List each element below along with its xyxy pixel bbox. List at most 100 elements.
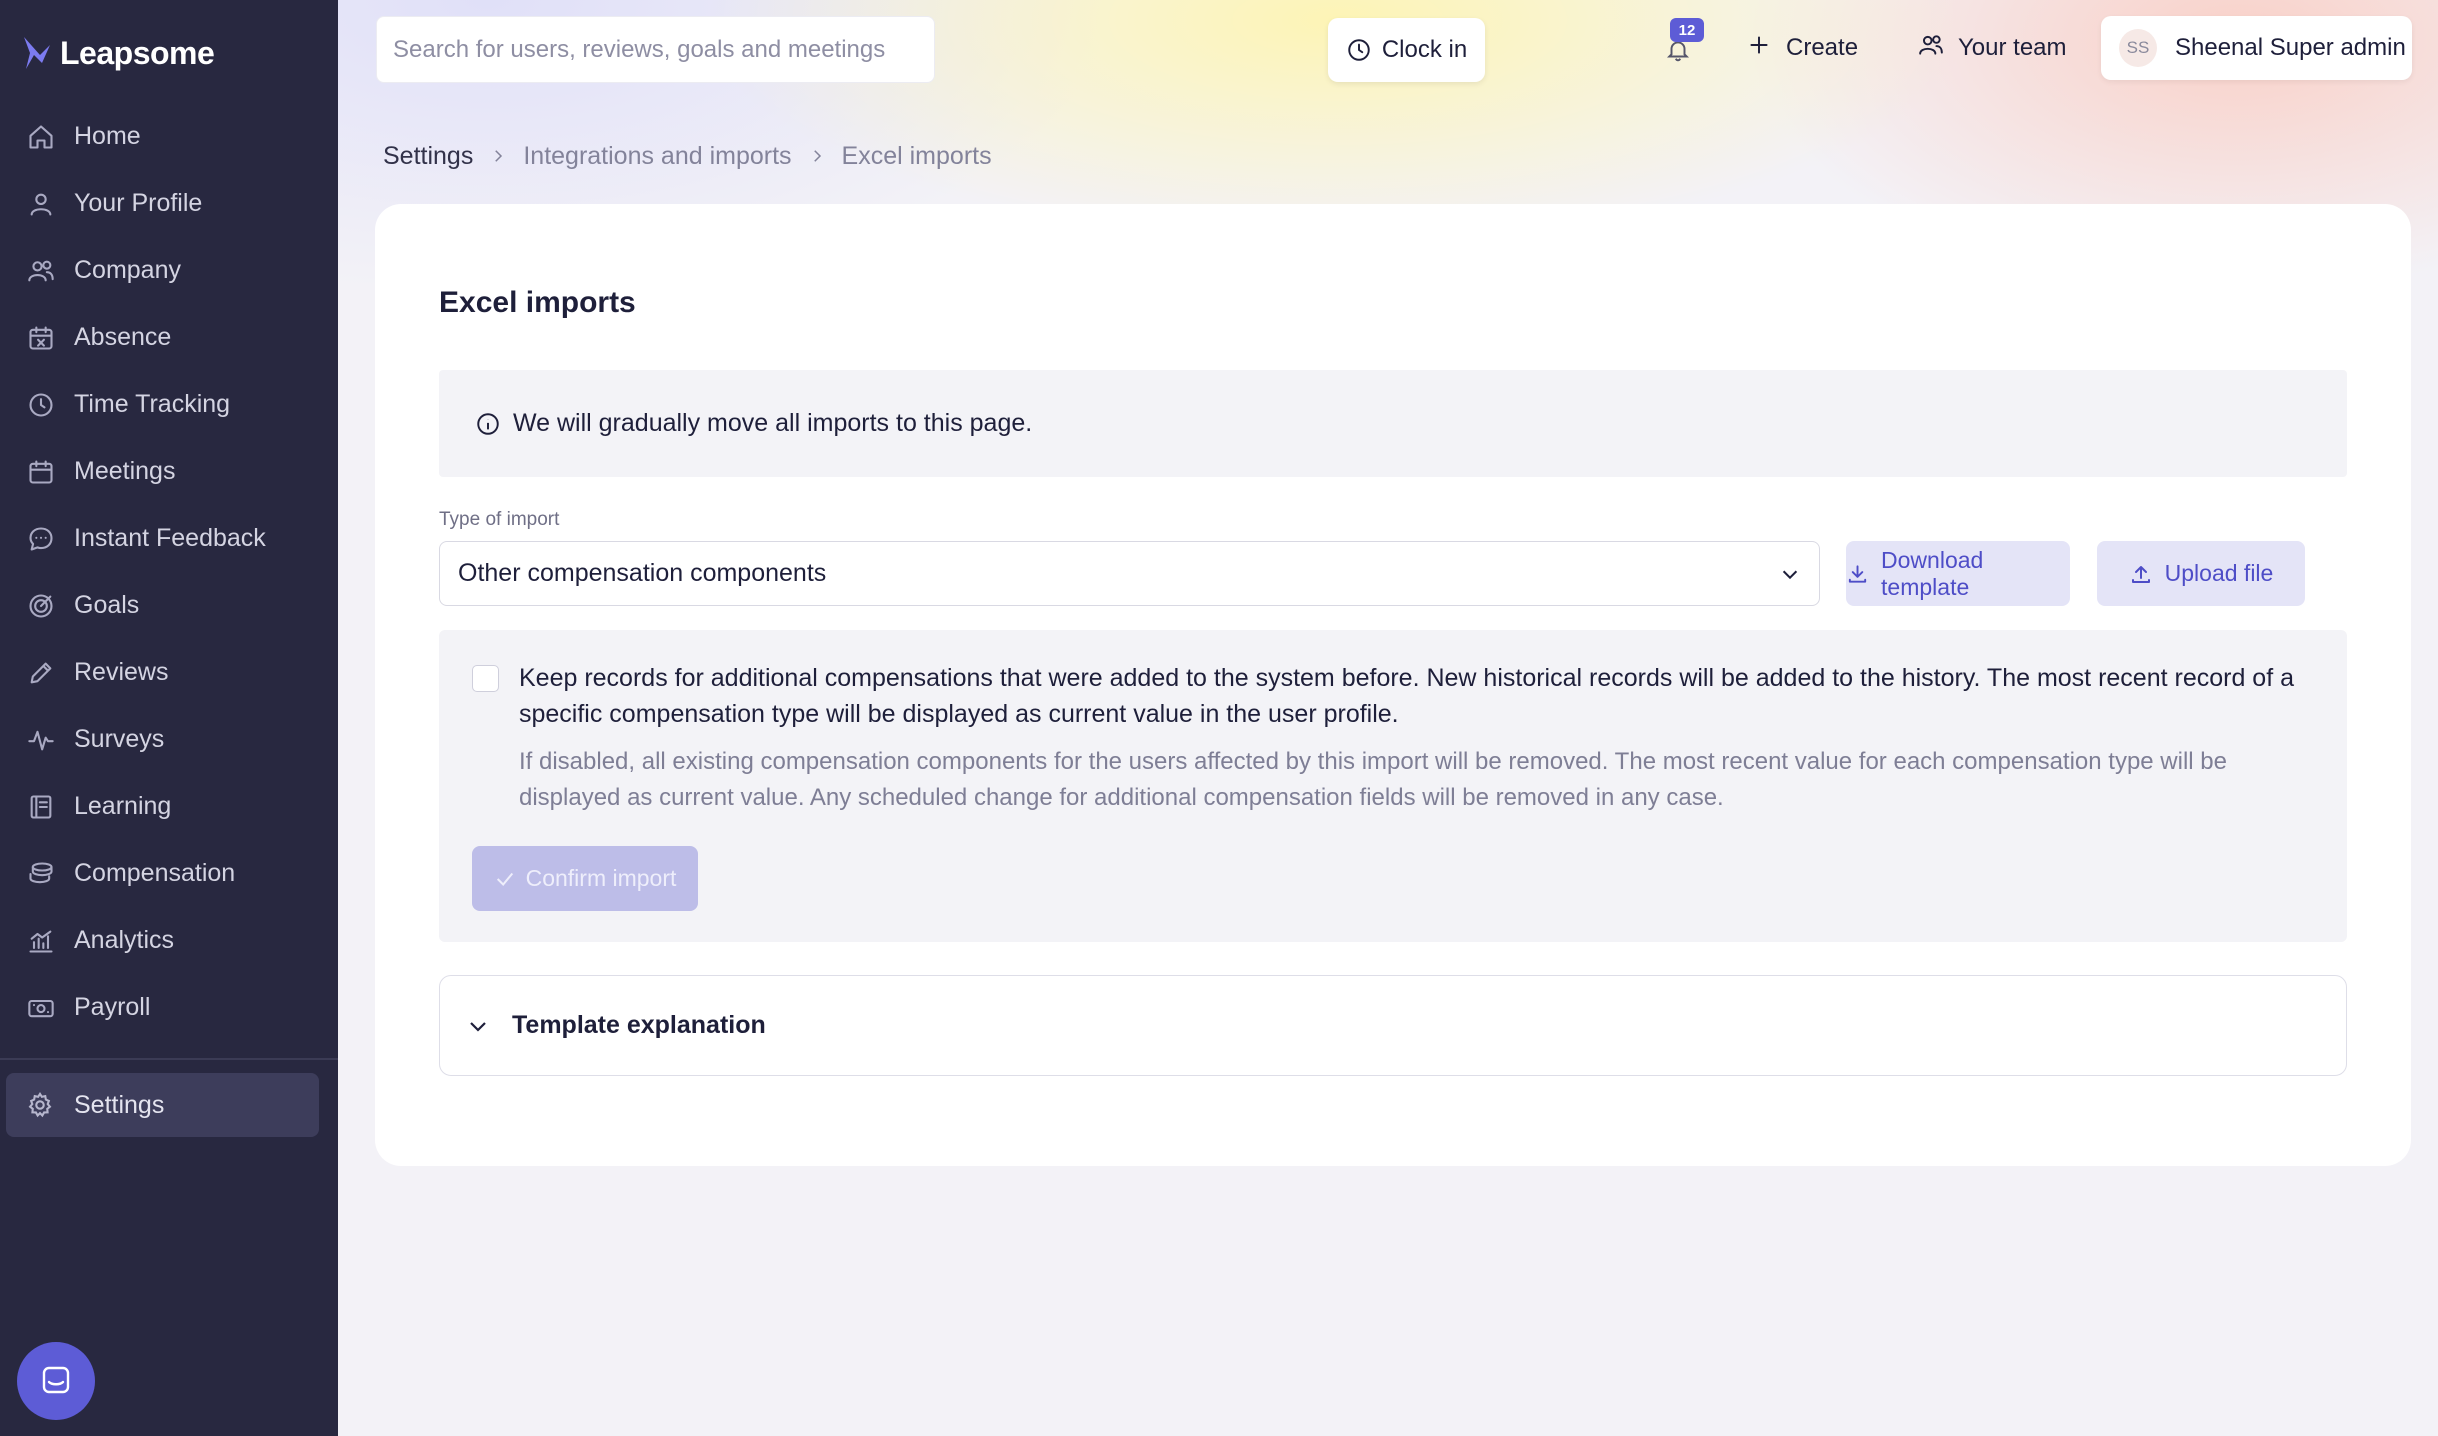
upload-file-label: Upload file xyxy=(2164,560,2274,586)
sidebar-item-time-tracking[interactable]: Time Tracking xyxy=(0,371,338,438)
sidebar-item-label: Compensation xyxy=(74,859,236,887)
sidebar-item-label: Reviews xyxy=(74,658,169,686)
info-banner: We will gradually move all imports to th… xyxy=(439,370,2347,477)
chat-widget-icon xyxy=(42,1366,70,1394)
sidebar-item-label: Company xyxy=(74,256,181,284)
clock-in-button[interactable]: Clock in xyxy=(1328,18,1485,82)
sidebar-item-goals[interactable]: Goals xyxy=(0,572,338,639)
download-icon xyxy=(1848,564,1867,583)
template-explanation-accordion[interactable]: Template explanation xyxy=(439,975,2347,1076)
sidebar-nav: Home Your Profile Company Absence Time T… xyxy=(0,103,338,1041)
global-search[interactable] xyxy=(376,16,935,83)
sidebar-item-label: Learning xyxy=(74,792,172,820)
info-icon xyxy=(477,412,499,435)
users-icon xyxy=(26,256,56,286)
create-label: Create xyxy=(1786,34,1859,61)
team-icon xyxy=(1918,32,1944,65)
sidebar-item-label: Meetings xyxy=(74,457,176,485)
sidebar-item-label: Analytics xyxy=(74,926,175,954)
keep-records-checkbox[interactable] xyxy=(472,665,499,692)
breadcrumb-integrations[interactable]: Integrations and imports xyxy=(523,142,791,171)
confirm-import-label: Confirm import xyxy=(525,865,677,891)
create-button[interactable]: Create xyxy=(1746,26,1858,70)
main-area: Clock in 12 Create Your team SS Sheenal … xyxy=(338,0,2438,1436)
chevron-down-icon xyxy=(1782,570,1798,579)
info-text: We will gradually move all imports to th… xyxy=(513,409,1033,437)
sidebar-item-surveys[interactable]: Surveys xyxy=(0,706,338,773)
import-options: Keep records for additional compensation… xyxy=(439,630,2347,942)
search-input[interactable] xyxy=(393,35,934,64)
calendar-icon xyxy=(26,457,56,487)
clock-in-label: Clock in xyxy=(1381,36,1468,63)
leapsome-logo-icon xyxy=(24,37,50,69)
chevron-right-icon xyxy=(808,147,826,165)
sidebar-item-home[interactable]: Home xyxy=(0,103,338,170)
keep-records-help: If disabled, all existing compensation c… xyxy=(519,748,2227,811)
import-type-label: Type of import xyxy=(439,509,560,530)
home-icon xyxy=(26,122,56,152)
sidebar-item-your-profile[interactable]: Your Profile xyxy=(0,170,338,237)
target-icon xyxy=(26,591,56,621)
sidebar-item-label: Your Profile xyxy=(74,189,203,217)
sidebar-item-reviews[interactable]: Reviews xyxy=(0,639,338,706)
sidebar-item-label: Time Tracking xyxy=(74,390,231,418)
book-icon xyxy=(26,792,56,822)
page-title: Excel imports xyxy=(439,286,636,319)
sidebar-item-analytics[interactable]: Analytics xyxy=(0,907,338,974)
pulse-icon xyxy=(26,725,56,755)
breadcrumb-settings[interactable]: Settings xyxy=(383,142,473,171)
coins-icon xyxy=(26,859,56,889)
sidebar-item-label: Goals xyxy=(74,591,140,619)
support-chat-button[interactable] xyxy=(17,1342,95,1420)
notifications-badge: 12 xyxy=(1670,18,1704,42)
leapsome-logo[interactable]: Leapsome xyxy=(20,30,215,76)
template-explanation-label: Template explanation xyxy=(512,1011,766,1039)
sidebar-item-compensation[interactable]: Compensation xyxy=(0,840,338,907)
clock-icon xyxy=(1348,39,1370,61)
breadcrumb-current: Excel imports xyxy=(841,141,992,170)
sidebar: Leapsome Home Your Profile Company Absen… xyxy=(0,0,338,1436)
keep-records-label: Keep records for additional compensation… xyxy=(519,664,2294,728)
sidebar-item-meetings[interactable]: Meetings xyxy=(0,438,338,505)
excel-imports-card: Excel imports We will gradually move all… xyxy=(375,204,2411,1166)
upload-file-button[interactable]: Upload file xyxy=(2097,541,2305,606)
chat-icon xyxy=(26,524,56,554)
your-team-button[interactable]: Your team xyxy=(1918,26,2067,70)
user-menu[interactable]: SS Sheenal Super admin xyxy=(2101,16,2412,80)
your-team-label: Your team xyxy=(1958,34,2067,61)
upload-icon xyxy=(2131,565,2150,583)
brand-name: Leapsome xyxy=(60,34,215,71)
sidebar-item-label: Settings xyxy=(74,1090,165,1119)
breadcrumb: Settings Integrations and imports Excel … xyxy=(383,138,992,174)
money-icon xyxy=(26,993,56,1023)
download-template-label: Download template xyxy=(1881,546,1984,600)
import-type-select[interactable]: Other compensation components xyxy=(439,541,1820,606)
pencil-icon xyxy=(26,658,56,688)
sidebar-item-label: Home xyxy=(74,122,141,150)
gear-icon xyxy=(26,1090,56,1120)
sidebar-item-learning[interactable]: Learning xyxy=(0,773,338,840)
calendar-x-icon xyxy=(26,323,56,353)
user-icon xyxy=(26,189,56,219)
plus-icon xyxy=(1746,32,1772,65)
sidebar-item-payroll[interactable]: Payroll xyxy=(0,974,338,1041)
sidebar-item-label: Payroll xyxy=(74,993,151,1021)
sidebar-item-absence[interactable]: Absence xyxy=(0,304,338,371)
chevron-down-icon xyxy=(470,1021,486,1032)
clock-icon xyxy=(26,390,56,420)
sidebar-item-settings[interactable]: Settings xyxy=(6,1073,319,1137)
sidebar-divider xyxy=(0,1058,338,1060)
chart-icon xyxy=(26,926,56,956)
sidebar-item-label: Absence xyxy=(74,323,172,351)
sidebar-item-instant-feedback[interactable]: Instant Feedback xyxy=(0,505,338,572)
sidebar-item-company[interactable]: Company xyxy=(0,237,338,304)
confirm-import-button[interactable]: Confirm import xyxy=(472,846,698,911)
user-name: Sheenal Super admin xyxy=(2175,34,2406,61)
chevron-right-icon xyxy=(489,147,507,165)
check-icon xyxy=(496,872,513,886)
avatar: SS xyxy=(2119,29,2157,67)
sidebar-item-label: Surveys xyxy=(74,725,165,753)
sidebar-item-label: Instant Feedback xyxy=(74,524,266,552)
download-template-button[interactable]: Download template xyxy=(1846,541,2070,606)
import-type-value: Other compensation components xyxy=(458,559,827,587)
